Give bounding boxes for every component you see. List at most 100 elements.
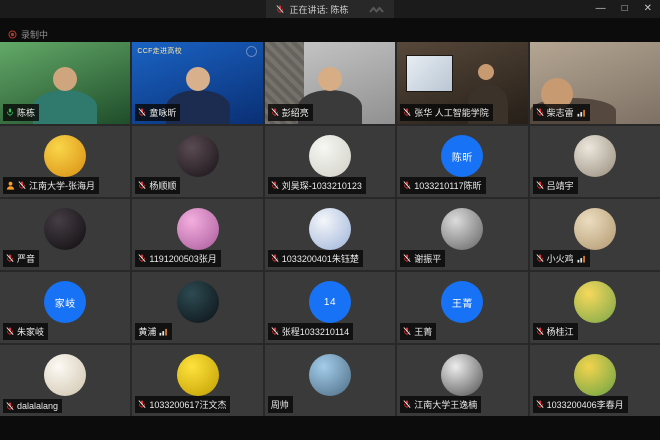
muted-mic-icon xyxy=(403,327,411,336)
maximize-button[interactable]: □ xyxy=(622,0,628,18)
participant-tile[interactable]: CCF走进高校童咏昕 xyxy=(132,42,262,124)
participant-tile[interactable]: 刘昊琛-1033210123 xyxy=(265,126,395,197)
participant-tile[interactable]: 1033200617汪文杰 xyxy=(132,345,262,416)
avatar: 陈昕 xyxy=(441,135,483,177)
minimize-button[interactable]: — xyxy=(596,0,606,18)
participant-tile[interactable]: 吕靖宇 xyxy=(530,126,660,197)
participant-label: dalalalang xyxy=(3,399,62,413)
participant-name: 1033200406李春月 xyxy=(547,398,624,411)
participant-name: 周帅 xyxy=(271,398,289,411)
avatar xyxy=(309,354,351,396)
active-speaker-pill: 正在讲话: 陈栋 xyxy=(266,0,393,18)
avatar-text: 王菁 xyxy=(452,295,473,310)
participant-tile[interactable]: 王菁王菁 xyxy=(397,272,527,343)
muted-mic-icon xyxy=(138,400,146,409)
participant-tile[interactable]: 陈栋 xyxy=(0,42,130,124)
titlebar[interactable]: 正在讲话: 陈栋 — □ ✕ xyxy=(0,0,660,18)
participant-label: 江南大学王逸楠 xyxy=(400,396,481,413)
window-controls: — □ ✕ xyxy=(596,0,652,18)
participant-name: 陈栋 xyxy=(17,106,35,119)
participant-tile[interactable]: 周帅 xyxy=(265,345,395,416)
participant-tile[interactable]: 小火鸡 xyxy=(530,199,660,270)
avatar xyxy=(177,208,219,250)
participant-name: 张程1033210114 xyxy=(282,325,349,338)
participant-tile[interactable]: 严音 xyxy=(0,199,130,270)
participant-label: 王菁 xyxy=(400,323,436,340)
active-mic-icon xyxy=(6,108,14,117)
participant-tile[interactable]: 谢振平 xyxy=(397,199,527,270)
avatar: 家岐 xyxy=(44,281,86,323)
avatar xyxy=(574,208,616,250)
participant-label: 1033200401朱钰楚 xyxy=(268,250,363,267)
participant-tile[interactable]: 陈昕 1033210117陈昕 xyxy=(397,126,527,197)
participant-name: 江南大学-张海月 xyxy=(29,179,95,192)
participant-tile[interactable]: 家岐朱家岐 xyxy=(0,272,130,343)
muted-mic-icon xyxy=(403,108,411,117)
participant-tile[interactable]: 杨顺顺 xyxy=(132,126,262,197)
participant-tile[interactable]: dalalalang xyxy=(0,345,130,416)
background-logo xyxy=(246,46,257,57)
participant-label: 陈栋 xyxy=(3,104,39,121)
active-speaker-text: 正在讲话: 陈栋 xyxy=(289,3,348,16)
participant-grid: 陈栋 CCF走进高校童咏昕彭绍亮 张华 人工智能学院 柴志雷江南大学-张海月 杨顺顺刘昊… xyxy=(0,42,660,416)
person-silhouette-head xyxy=(318,67,342,91)
participant-label: 1033200406李春月 xyxy=(533,396,628,413)
muted-mic-icon xyxy=(276,5,284,14)
muted-mic-icon xyxy=(271,181,279,190)
muted-mic-icon xyxy=(6,327,14,336)
participant-name: 张华 人工智能学院 xyxy=(414,106,489,119)
muted-mic-icon xyxy=(271,327,279,336)
participant-name: 童咏昕 xyxy=(149,106,176,119)
signal-strength-icon xyxy=(577,109,586,117)
avatar-text: 陈昕 xyxy=(452,149,473,164)
participant-tile[interactable]: 黄浦 xyxy=(132,272,262,343)
muted-mic-icon xyxy=(536,327,544,336)
participant-name: 1033200401朱钰楚 xyxy=(282,252,359,265)
muted-mic-icon xyxy=(536,181,544,190)
avatar xyxy=(177,135,219,177)
person-silhouette-body xyxy=(33,90,97,124)
participant-tile[interactable]: 1033200401朱钰楚 xyxy=(265,199,395,270)
participant-tile[interactable]: 江南大学王逸楠 xyxy=(397,345,527,416)
participant-tile[interactable]: 14 张程1033210114 xyxy=(265,272,395,343)
avatar xyxy=(177,281,219,323)
participant-name: 1033210117陈昕 xyxy=(414,179,481,192)
participant-label: 彭绍亮 xyxy=(268,104,313,121)
participant-tile[interactable]: 彭绍亮 xyxy=(265,42,395,124)
participant-name: 彭绍亮 xyxy=(282,106,309,119)
participant-tile[interactable]: 1033200406李春月 xyxy=(530,345,660,416)
avatar: 14 xyxy=(309,281,351,323)
muted-mic-icon xyxy=(6,254,14,263)
muted-mic-icon xyxy=(271,108,279,117)
avatar xyxy=(574,354,616,396)
participant-label: 周帅 xyxy=(268,396,293,413)
avatar xyxy=(44,135,86,177)
participant-label: 1191200503张月 xyxy=(135,250,220,267)
muted-mic-icon xyxy=(18,181,26,190)
participant-tile[interactable]: 张华 人工智能学院 xyxy=(397,42,527,124)
participant-tile[interactable]: 1191200503张月 xyxy=(132,199,262,270)
participant-name: 谢振平 xyxy=(414,252,441,265)
close-button[interactable]: ✕ xyxy=(644,0,652,18)
muted-mic-icon xyxy=(271,254,279,263)
participant-label: 严音 xyxy=(3,250,39,267)
signal-strength-icon xyxy=(159,328,168,336)
signal-strength-icon xyxy=(577,255,586,263)
participant-tile[interactable]: 杨桂江 xyxy=(530,272,660,343)
participant-name: 1033200617汪文杰 xyxy=(149,398,226,411)
recording-indicator: 录制中 xyxy=(8,28,48,41)
muted-mic-icon xyxy=(403,254,411,263)
participant-tile[interactable]: 江南大学-张海月 xyxy=(0,126,130,197)
participant-label: 吕靖宇 xyxy=(533,177,578,194)
participant-label: 杨桂江 xyxy=(533,323,578,340)
participant-label: 1033210117陈昕 xyxy=(400,177,485,194)
collapse-chevrons-icon[interactable] xyxy=(368,5,384,14)
person-silhouette-head xyxy=(186,67,210,91)
participant-tile[interactable]: 柴志雷 xyxy=(530,42,660,124)
participant-label: 柴志雷 xyxy=(533,104,590,121)
avatar xyxy=(574,281,616,323)
muted-mic-icon xyxy=(403,181,411,190)
avatar-text: 14 xyxy=(324,297,336,308)
participant-name: 小火鸡 xyxy=(547,252,574,265)
avatar-text: 家岐 xyxy=(55,295,76,310)
